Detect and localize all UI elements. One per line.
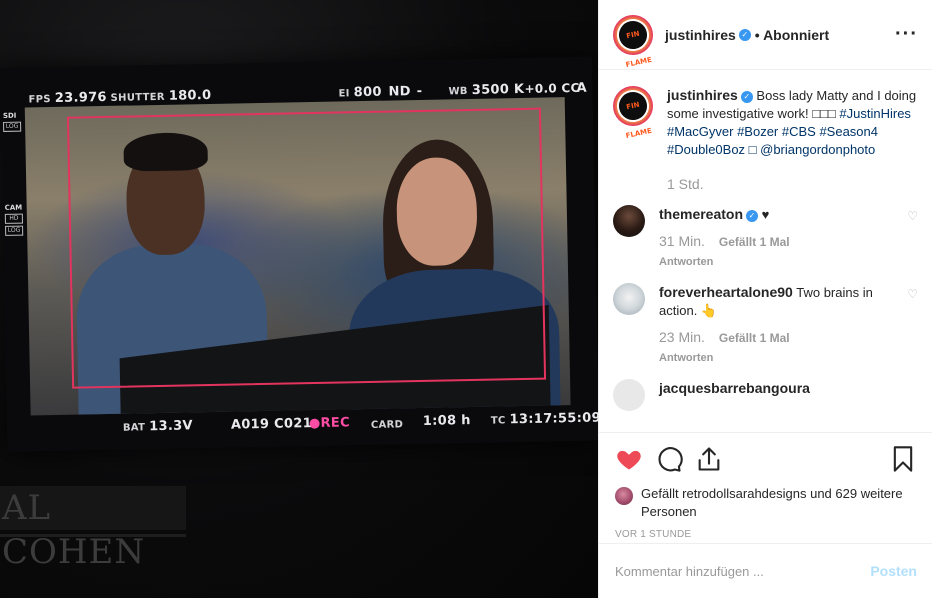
comment-body: foreverheartalone90 Two brains in action… [659, 283, 899, 367]
comment-meta: 31 Min. Gefällt 1 Mal [659, 232, 899, 251]
likes-summary[interactable]: Gefällt retrodollsarahdesigns und 629 we… [615, 485, 917, 521]
hud-shutter: SHUTTER 180.0 [110, 87, 212, 104]
author-username[interactable]: justinhires [665, 27, 736, 43]
comment-likes[interactable]: Gefällt 1 Mal [719, 233, 790, 251]
comment-item: themereaton ✓ ♥ 31 Min. Gefällt 1 Mal Ant… [613, 205, 918, 271]
verified-icon: ✓ [746, 209, 759, 222]
commenter-avatar[interactable] [613, 205, 645, 237]
commenter-username[interactable]: jacquesbarrebangoura [659, 380, 810, 396]
caption-author-avatar[interactable]: FIN FLAME [613, 86, 653, 140]
post-header: FIN FLAME justinhires ✓ • Abonniert ··· [599, 0, 932, 70]
comment-time: 31 Min. [659, 233, 705, 249]
sign-underline [0, 534, 186, 537]
side-label-sdi: SDI [2, 111, 17, 120]
more-options-icon[interactable]: ··· [895, 23, 918, 46]
comment-like-icon[interactable]: ♡ [907, 283, 918, 367]
background-sign: AL COHEN [0, 486, 186, 572]
comment-box: Posten [599, 543, 932, 598]
monitor-image [24, 97, 571, 416]
comment-text: ♥ [761, 207, 770, 222]
comment-body: themereaton ✓ ♥ 31 Min. Gefällt 1 Mal Ant… [659, 205, 899, 271]
post-comment-button[interactable]: Posten [870, 563, 917, 579]
commenter-avatar[interactable] [613, 283, 645, 315]
caption-time: 1 Std. [667, 176, 704, 192]
hud-ei: EI 800 [338, 84, 382, 101]
comment-body: jacquesbarrebangoura [659, 379, 918, 411]
comment-item: jacquesbarrebangoura [613, 379, 918, 411]
comments-list[interactable]: FIN FLAME justinhires ✓ Boss lady Matty a… [599, 70, 932, 432]
follow-status[interactable]: • Abonniert [755, 27, 829, 43]
hud-clip: A019 C021 [230, 416, 313, 433]
caption: FIN FLAME justinhires ✓ Boss lady Matty a… [613, 86, 918, 193]
comment-meta: 23 Min. Gefällt 1 Mal [659, 328, 899, 347]
commenter-username[interactable]: themereaton [659, 206, 743, 222]
monitor-side-labels: SDI LOG CAM HD LOG [2, 111, 24, 238]
share-icon[interactable] [695, 445, 723, 473]
hud-timecode: TC 13:17:55:09 [490, 410, 598, 428]
verified-icon: ✓ [740, 90, 753, 103]
caption-avatar-logo: FIN FLAME [614, 87, 653, 140]
comment-likes[interactable]: Gefällt 1 Mal [719, 329, 790, 347]
reply-button[interactable]: Antworten [659, 253, 899, 271]
bookmark-icon[interactable] [889, 445, 917, 473]
side-label-log: LOG [3, 121, 22, 132]
heart-icon[interactable] [615, 445, 643, 473]
side-label-hd: HD [4, 213, 23, 224]
hud-cc: +0.0 CC [524, 80, 580, 96]
comment-icon[interactable] [655, 445, 683, 473]
hud-wb: WB 3500 K [448, 81, 525, 98]
action-bar: Gefällt retrodollsarahdesigns und 629 we… [599, 432, 932, 540]
caption-body: justinhires ✓ Boss lady Matty and I doing… [667, 86, 918, 193]
caption-username[interactable]: justinhires [667, 87, 738, 103]
comment-item: foreverheartalone90 Two brains in action… [613, 283, 918, 367]
liker-avatar [615, 487, 633, 505]
post-panel: FIN FLAME justinhires ✓ • Abonniert ··· … [598, 0, 932, 598]
reply-button[interactable]: Antworten [659, 349, 899, 367]
author-avatar-logo: FIN FLAME [614, 15, 653, 69]
hud-bat: BAT 13.3V [122, 418, 194, 435]
side-label-log-2: LOG [5, 225, 24, 236]
side-label-cam: CAM [4, 203, 23, 212]
commenter-avatar[interactable] [613, 379, 645, 411]
likes-text: Gefällt retrodollsarahdesigns und 629 we… [641, 486, 903, 519]
commenter-username[interactable]: foreverheartalone90 [659, 284, 793, 300]
hud-channel: A [576, 80, 588, 96]
post-photo[interactable]: FPS 23.976 SHUTTER 180.0 EI 800 ND - WB 3500… [0, 0, 598, 598]
hud-fps: FPS 23.976 [28, 89, 107, 106]
verified-icon: ✓ [738, 28, 751, 41]
action-icons [615, 443, 917, 475]
hud-card-value: 1:08 h [422, 413, 471, 429]
frame-guide [66, 107, 547, 389]
comment-input[interactable] [615, 563, 871, 579]
hud-rec: ●REC [308, 415, 351, 432]
comment-time: 23 Min. [659, 329, 705, 345]
hud-card-label: CARD [370, 419, 404, 431]
hud-nd: ND - [388, 83, 423, 100]
comment-like-icon[interactable]: ♡ [907, 205, 918, 271]
post-timestamp: VOR 1 STUNDE [615, 529, 692, 540]
camera-monitor: FPS 23.976 SHUTTER 180.0 EI 800 ND - WB 3500… [0, 56, 598, 452]
author-avatar[interactable]: FIN FLAME [613, 14, 653, 69]
